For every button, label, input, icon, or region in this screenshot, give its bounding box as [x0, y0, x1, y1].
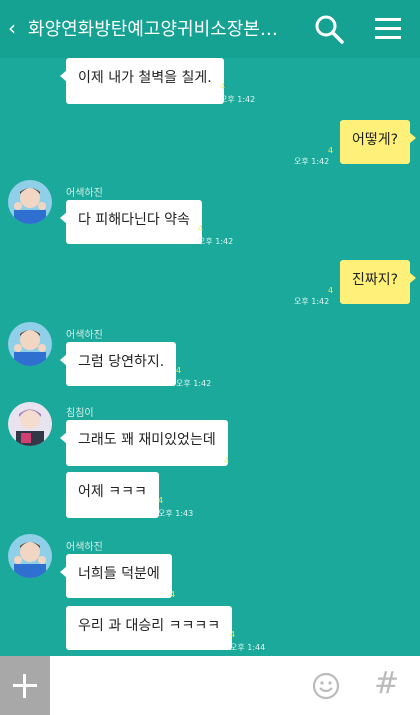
- emoji-icon[interactable]: [312, 672, 340, 700]
- search-icon[interactable]: [314, 14, 344, 44]
- unread-count: 4: [220, 82, 226, 91]
- message-bubble[interactable]: 그럼 당연하지.: [59, 342, 177, 386]
- chat-room-title: 화양연화방탄예고양귀비소장본…: [28, 19, 278, 40]
- message-bubble[interactable]: 어제 ㅋㅋㅋ: [66, 472, 159, 518]
- avatar[interactable]: [8, 322, 52, 366]
- unread-count: 4: [170, 590, 176, 599]
- unread-count: 4: [328, 286, 334, 295]
- sender-name: 어색하진: [66, 330, 103, 341]
- avatar[interactable]: [8, 180, 52, 224]
- sender-name: 어색하진: [66, 188, 103, 199]
- menu-icon[interactable]: [374, 16, 402, 42]
- avatar[interactable]: [8, 402, 52, 446]
- message-bubble[interactable]: 너희들 덕분에: [60, 554, 172, 598]
- message-time: 오후 1:42: [294, 297, 330, 306]
- message-list[interactable]: 이제 내가 철벽을 칠게. 4 오후 1:42 4 오후 1:42 어떻게? 어…: [0, 58, 420, 656]
- my-message-bubble[interactable]: 진짜지?: [340, 260, 417, 304]
- unread-count: 4: [328, 146, 334, 155]
- message-time: 오후 1:42: [220, 95, 256, 104]
- chat-header: ‹ 화양연화방탄예고양귀비소장본…: [0, 0, 420, 58]
- message-time: 오후 1:42: [198, 237, 234, 246]
- input-bar: #: [0, 656, 420, 715]
- unread-count: 4: [224, 456, 230, 465]
- plus-icon[interactable]: [0, 656, 50, 715]
- unread-count: 4: [230, 630, 236, 639]
- message-bubble[interactable]: 우리 과 대승리 ㅋㅋㅋㅋ: [66, 606, 233, 650]
- back-icon[interactable]: ‹: [8, 16, 16, 40]
- avatar[interactable]: [8, 534, 52, 578]
- message-time: 오후 1:42: [294, 157, 330, 166]
- unread-count: 4: [158, 496, 164, 505]
- unread-count: 4: [198, 224, 204, 233]
- message-time: 오후 1:43: [158, 509, 194, 518]
- message-bubble[interactable]: 다 피해다닌다 약속: [60, 200, 202, 244]
- my-message-bubble[interactable]: 어떻게?: [340, 120, 417, 164]
- message-input[interactable]: [50, 656, 300, 715]
- message-bubble[interactable]: 이제 내가 철벽을 칠게.: [60, 58, 224, 104]
- sender-name: 어색하진: [66, 542, 103, 553]
- hash-search-icon[interactable]: #: [374, 666, 399, 702]
- message-time: 오후 1:44: [230, 643, 266, 652]
- sender-name: 침침이: [66, 408, 94, 419]
- message-time: 오후 1:42: [176, 379, 212, 388]
- message-bubble[interactable]: 그래도 꽤 재미있었는데: [60, 420, 228, 466]
- unread-count: 4: [176, 366, 182, 375]
